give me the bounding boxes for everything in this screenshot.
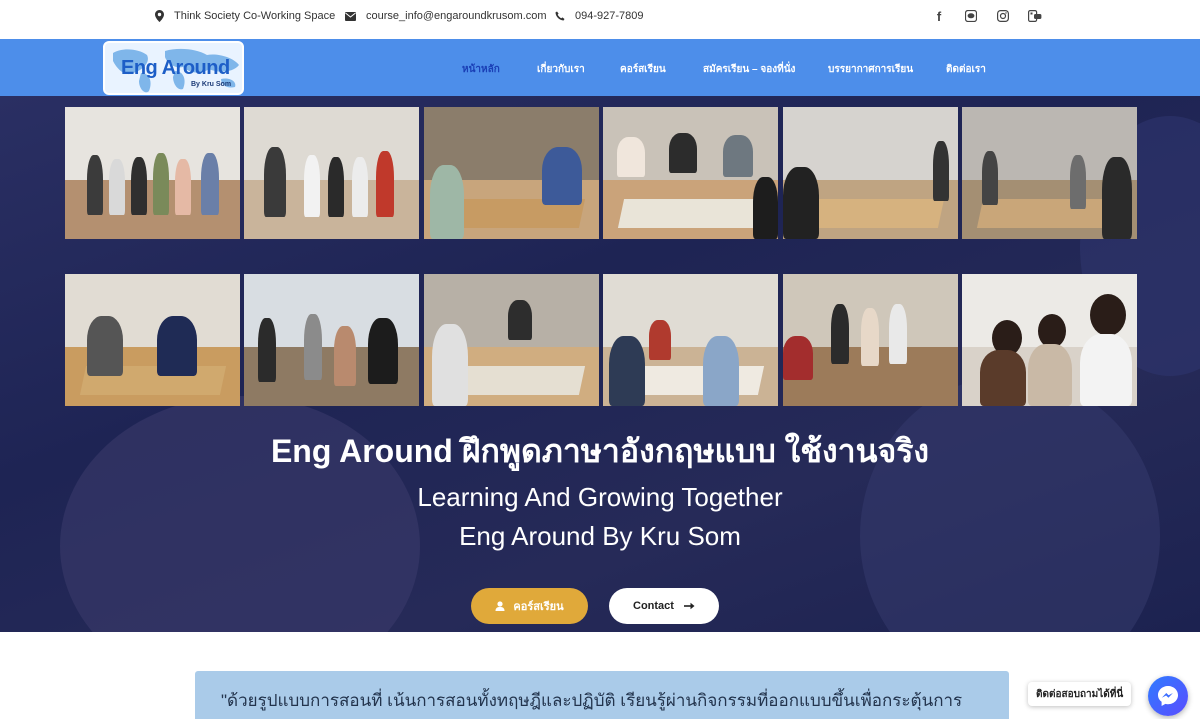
nav-item-atmosphere[interactable]: บรรยากาศการเรียน	[828, 62, 913, 77]
main-navbar: Eng Around By Kru Som หน้าหลัก เกี่ยวกับ…	[0, 39, 1200, 96]
line-icon[interactable]	[961, 6, 981, 26]
nav-item-about[interactable]: เกี่ยวกับเรา	[537, 62, 585, 77]
gallery-photo	[424, 107, 599, 239]
phone-text[interactable]: 094-927-7809	[575, 10, 644, 22]
top-info-bar: Think Society Co-Working Space course_in…	[0, 0, 1200, 38]
gallery-photo	[65, 274, 240, 406]
address-info: Think Society Co-Working Space	[155, 10, 335, 22]
courses-button-label: คอร์สเรียน	[513, 601, 564, 613]
gallery-photo	[603, 107, 778, 239]
logo-subtitle: By Kru Som	[191, 81, 232, 88]
nav-item-home[interactable]: หน้าหลัก	[462, 62, 500, 77]
address-text: Think Society Co-Working Space	[174, 10, 336, 22]
logo-title: Eng Around	[121, 57, 230, 79]
email-text[interactable]: course_info@engaroundkrusom.com	[366, 10, 547, 22]
intro-quote-text: "ด้วยรูปแบบการสอนที่ เน้นการสอนทั้งทฤษฎี…	[221, 691, 963, 710]
hero-section: Eng Around ฝึกพูดภาษาอังกฤษแบบ ใช้งานจริ…	[0, 96, 1200, 632]
email-info[interactable]: course_info@engaroundkrusom.com	[345, 10, 547, 22]
hero-subtitle-line2: Eng Around By Kru Som	[459, 521, 741, 551]
gallery-photo	[65, 107, 240, 239]
courses-button[interactable]: คอร์สเรียน	[471, 588, 588, 624]
map-pin-icon	[155, 10, 164, 22]
gallery-photo	[962, 274, 1137, 406]
nav-item-register[interactable]: สมัครเรียน – จองที่นั่ง	[703, 62, 795, 77]
line-official-icon[interactable]	[1025, 6, 1045, 26]
gallery-photo	[424, 274, 599, 406]
site-logo[interactable]: Eng Around By Kru Som	[103, 41, 244, 95]
hero-title: Eng Around ฝึกพูดภาษาอังกฤษแบบ ใช้งานจริ…	[270, 433, 930, 469]
gallery-photo	[962, 107, 1137, 239]
user-icon	[495, 601, 505, 611]
nav-item-courses[interactable]: คอร์สเรียน	[620, 62, 666, 77]
messenger-icon	[1158, 686, 1178, 706]
arrow-right-icon	[683, 602, 695, 610]
contact-button-label: Contact	[633, 600, 674, 612]
nav-item-contact[interactable]: ติดต่อเรา	[946, 62, 986, 77]
chat-prompt-label[interactable]: ติดต่อสอบถามได้ที่นี่	[1028, 682, 1132, 706]
messenger-chat-button[interactable]	[1148, 676, 1188, 716]
envelope-icon	[345, 11, 356, 21]
phone-icon	[555, 11, 565, 21]
intro-quote-box: "ด้วยรูปแบบการสอนที่ เน้นการสอนทั้งทฤษฎี…	[195, 671, 1009, 719]
gallery-photo	[244, 274, 419, 406]
contact-button[interactable]: Contact	[609, 588, 719, 624]
facebook-icon[interactable]: f	[929, 6, 949, 26]
gallery-photo	[603, 274, 778, 406]
gallery-photo	[783, 274, 958, 406]
phone-info[interactable]: 094-927-7809	[555, 10, 644, 22]
gallery-photo	[244, 107, 419, 239]
instagram-icon[interactable]	[993, 6, 1013, 26]
gallery-photo	[783, 107, 958, 239]
hero-subtitle-line1: Learning And Growing Together	[417, 482, 783, 512]
